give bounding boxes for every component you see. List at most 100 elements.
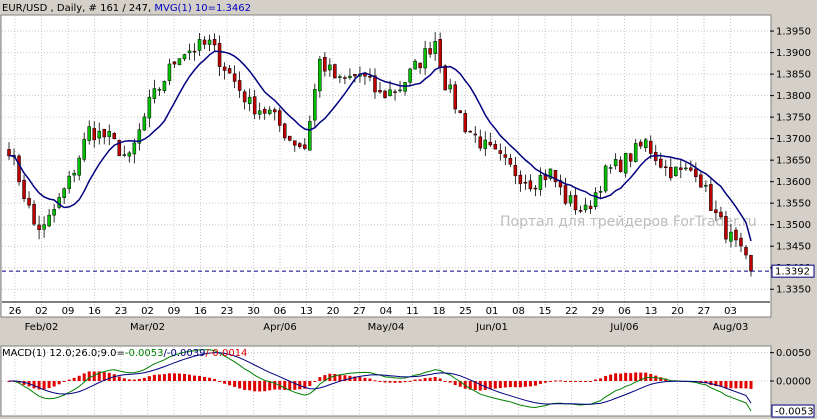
candle-body	[488, 141, 493, 146]
candle-body	[353, 74, 357, 77]
macd-hist-bar	[107, 372, 111, 381]
macd-hist-bar	[398, 381, 402, 383]
macd-hist-bar	[62, 381, 66, 383]
macd-hist-bar	[52, 381, 56, 387]
candle-body	[588, 205, 593, 209]
candle-body	[423, 48, 427, 69]
macd-hist-bar	[533, 381, 537, 386]
candle-body	[152, 88, 157, 99]
candle-body	[172, 61, 177, 65]
x-tick-label: 22	[565, 306, 578, 317]
candle-body	[428, 48, 432, 55]
macd-v1: -0.0053	[125, 348, 164, 359]
candle-body	[237, 80, 242, 91]
x-tick-label: 11	[406, 306, 419, 317]
macd-hist-bar	[192, 375, 197, 381]
candle-body	[408, 68, 412, 83]
macd-hist-bar	[187, 374, 191, 381]
candle-body	[623, 153, 628, 174]
macd-hist-bar	[383, 381, 387, 383]
candle-body	[47, 214, 51, 227]
candle-body	[267, 109, 272, 114]
macd-hist-bar	[263, 381, 267, 392]
watermark: Портал для трейдеров ForTrader.ru	[500, 214, 757, 230]
macd-hist-bar	[644, 372, 648, 381]
x-tick-label: 29	[592, 306, 605, 317]
candle-body	[217, 43, 222, 67]
macd-hist-bar	[363, 377, 367, 381]
macd-hist-bar	[503, 381, 507, 388]
macd-hist-bar	[528, 381, 532, 387]
macd-hist-bar	[609, 374, 613, 381]
candle-body	[618, 159, 623, 172]
macd-hist-bar	[538, 381, 542, 384]
candle-body	[613, 159, 618, 167]
macd-hist-bar	[433, 377, 437, 381]
macd-hist-bar	[563, 381, 568, 382]
candle-body	[378, 90, 382, 93]
candle-body	[463, 113, 467, 133]
macd-hist-bar	[749, 381, 753, 389]
candle-body	[257, 110, 262, 115]
macd-hist-bar	[589, 381, 593, 382]
macd-hist-bar	[112, 374, 116, 381]
macd-hist-bar	[453, 381, 457, 386]
macd-hist-bar	[203, 376, 207, 381]
x-tick-label: 02	[35, 306, 48, 317]
x-month-label: Apr/06	[263, 322, 296, 333]
x-month-label: May/04	[368, 322, 405, 333]
macd-hist-bar	[213, 378, 217, 381]
macd-hist-bar	[72, 377, 76, 381]
macd-hist-bar	[553, 380, 557, 382]
candle-body	[633, 143, 638, 162]
macd-hist-bar	[162, 374, 166, 381]
candle-body	[628, 153, 633, 162]
candle-body	[192, 50, 197, 53]
price-axis: 1.3950 1.3900 1.3850 1.3800 1.3750 1.3700 1.36…	[770, 27, 811, 296]
candle-body	[483, 139, 488, 149]
candle-body	[468, 130, 472, 133]
macd-hist-bar	[739, 381, 743, 389]
macd-hist-bar	[333, 374, 337, 381]
y-tick-label: 1.3450	[776, 242, 811, 253]
x-tick-label: 27	[698, 306, 711, 317]
candle-body	[453, 84, 457, 110]
chart-header: EUR/USD , Daily, # 161 / 247, MVG(1) 10=…	[2, 3, 251, 14]
macd-y-tick-label: 0.0050	[776, 348, 811, 359]
macd-hist-bar	[238, 381, 242, 389]
candle-body	[308, 121, 312, 151]
candle-body	[333, 64, 337, 79]
candle-body	[328, 64, 332, 71]
x-month-label: Jul/06	[609, 322, 638, 333]
macd-axis: 0.0050 0.0000	[770, 348, 811, 388]
candle-body	[227, 68, 232, 74]
candle-body	[493, 144, 498, 150]
candle-body	[659, 158, 663, 168]
y-tick-label: 1.3700	[776, 134, 811, 145]
macd-hist-bar	[729, 381, 733, 389]
candle-body	[282, 123, 287, 139]
candle-body	[368, 75, 372, 78]
candle-body	[528, 180, 533, 190]
candle-body	[498, 150, 503, 154]
candle-body	[52, 209, 56, 216]
macd-hist-bar	[428, 377, 432, 381]
candle-body	[102, 128, 107, 138]
candle-body	[704, 184, 708, 187]
candle-body	[433, 41, 437, 54]
macd-v2: /-0.0039	[163, 348, 205, 359]
x-tick-label: 09	[168, 306, 181, 317]
macd-v3: /-0.0014	[205, 348, 247, 359]
macd-hist-bar	[177, 373, 181, 381]
candle-body	[62, 188, 66, 198]
candle-body	[583, 204, 588, 211]
macd-hist-bar	[243, 381, 247, 390]
x-tick-label: 06	[274, 306, 287, 317]
candle-body	[252, 96, 257, 115]
candle-body	[563, 185, 568, 204]
candle-body	[323, 57, 327, 72]
candle-body	[343, 77, 347, 79]
chart-info: , Daily, # 161 / 247,	[47, 3, 154, 14]
candle-body	[724, 216, 728, 240]
x-tick-label: 25	[459, 306, 472, 317]
